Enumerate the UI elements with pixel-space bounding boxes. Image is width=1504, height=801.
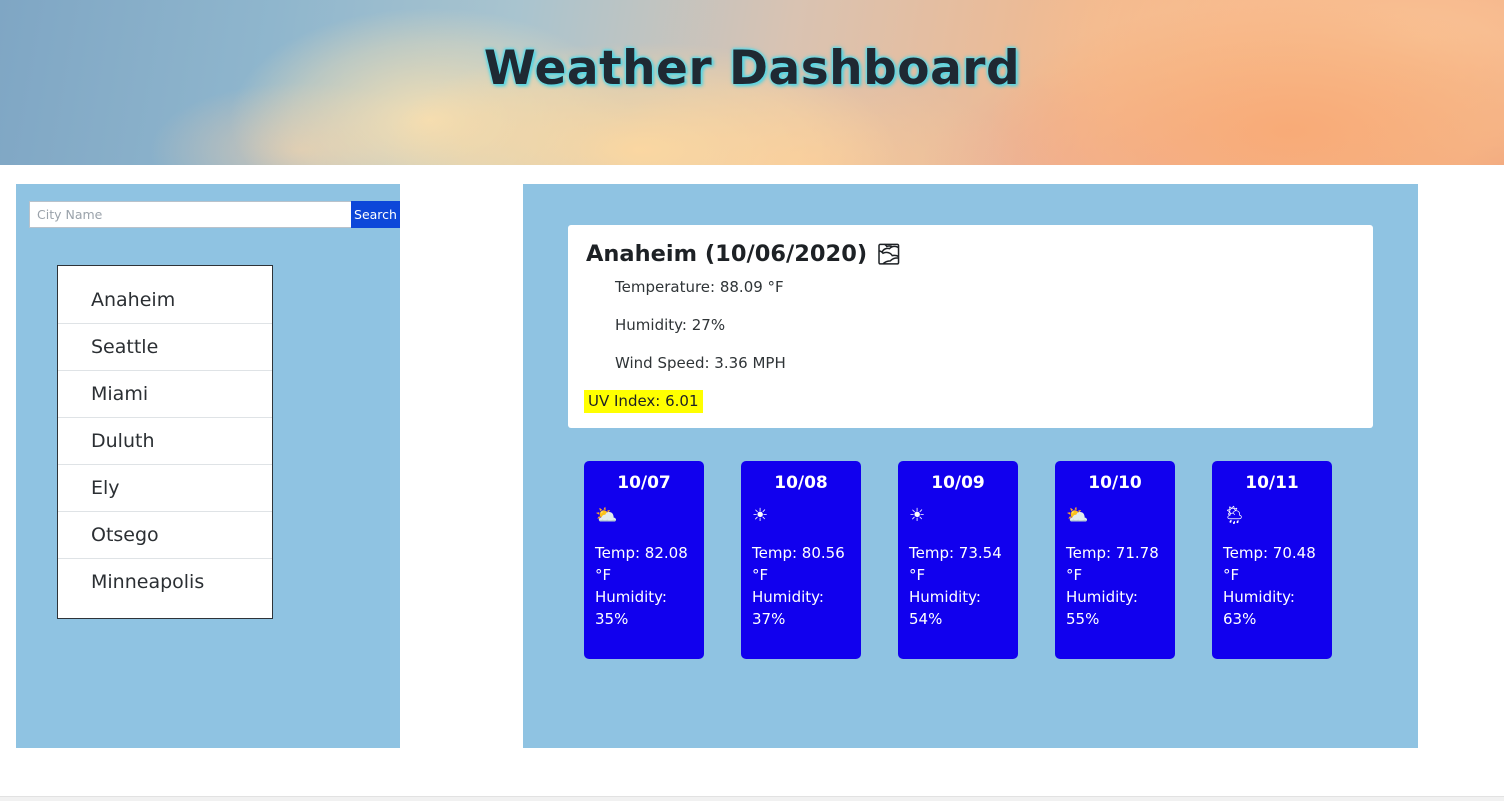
search-button[interactable]: Search xyxy=(351,201,400,228)
current-weather-details: Temperature: 88.09 °F Humidity: 27% Wind… xyxy=(568,267,1373,372)
forecast-humidity: Humidity: 63% xyxy=(1223,588,1295,628)
forecast-date: 10/11 xyxy=(1245,473,1299,493)
forecast-temp: Temp: 82.08 °F xyxy=(595,544,688,584)
list-item[interactable]: Anaheim xyxy=(58,277,272,324)
forecast-card: 10/11 🌦 Temp: 70.48 °F Humidity: 63% xyxy=(1212,461,1332,659)
forecast-temp: Temp: 70.48 °F xyxy=(1223,544,1316,584)
forecast-date: 10/10 xyxy=(1088,473,1142,493)
forecast-humidity: Humidity: 35% xyxy=(595,588,667,628)
forecast-card: 10/08 ☀ Temp: 80.56 °F Humidity: 37% xyxy=(741,461,861,659)
forecast-card: 10/10 ⛅ Temp: 71.78 °F Humidity: 55% xyxy=(1055,461,1175,659)
forecast-humidity: Humidity: 55% xyxy=(1066,588,1138,628)
current-temperature: Temperature: 88.09 °F xyxy=(615,278,784,296)
current-weather-heading: Anaheim (10/06/2020) 🌫 xyxy=(568,225,1373,267)
list-item[interactable]: Miami xyxy=(58,371,272,418)
five-day-forecast: 10/07 ⛅ Temp: 82.08 °F Humidity: 35% 10/… xyxy=(584,461,1332,659)
uv-index-badge: UV Index: 6.01 xyxy=(584,390,703,413)
page-title: Weather Dashboard xyxy=(483,41,1021,96)
forecast-humidity: Humidity: 54% xyxy=(909,588,981,628)
list-item[interactable]: Ely xyxy=(58,465,272,512)
search-panel: Search Anaheim Seattle Miami Duluth Ely … xyxy=(16,184,400,748)
forecast-temp: Temp: 80.56 °F xyxy=(752,544,845,584)
search-input[interactable] xyxy=(29,201,351,228)
fog-icon: 🌫 xyxy=(876,242,902,266)
page-bottom-edge xyxy=(0,796,1504,801)
forecast-humidity: Humidity: 37% xyxy=(752,588,824,628)
current-weather-card: Anaheim (10/06/2020) 🌫 Temperature: 88.0… xyxy=(568,225,1373,428)
weather-panel: Anaheim (10/06/2020) 🌫 Temperature: 88.0… xyxy=(523,184,1418,748)
saved-city-list: Anaheim Seattle Miami Duluth Ely Otsego … xyxy=(57,265,273,619)
forecast-card: 10/09 ☀ Temp: 73.54 °F Humidity: 54% xyxy=(898,461,1018,659)
forecast-temp: Temp: 71.78 °F xyxy=(1066,544,1159,584)
forecast-date: 10/08 xyxy=(774,473,828,493)
list-item[interactable]: Duluth xyxy=(58,418,272,465)
sun-behind-rain-cloud-icon: 🌦 xyxy=(1223,505,1246,526)
forecast-temp: Temp: 73.54 °F xyxy=(909,544,1002,584)
list-item[interactable]: Otsego xyxy=(58,512,272,559)
forecast-card: 10/07 ⛅ Temp: 82.08 °F Humidity: 35% xyxy=(584,461,704,659)
search-form: Search xyxy=(29,201,400,228)
forecast-date: 10/07 xyxy=(617,473,671,493)
current-uv-index-row: UV Index: 6.01 xyxy=(584,390,1373,413)
page-header-banner: Weather Dashboard xyxy=(0,0,1504,165)
sun-icon: ☀ xyxy=(752,505,769,526)
sun-icon: ☀ xyxy=(909,505,926,526)
list-item[interactable]: Minneapolis xyxy=(58,559,272,606)
forecast-date: 10/09 xyxy=(931,473,985,493)
list-item[interactable]: Seattle xyxy=(58,324,272,371)
sun-behind-cloud-icon: ⛅ xyxy=(1066,505,1089,526)
main-content: Search Anaheim Seattle Miami Duluth Ely … xyxy=(0,165,1504,801)
current-city-date: Anaheim (10/06/2020) xyxy=(586,241,868,267)
sun-behind-cloud-icon: ⛅ xyxy=(595,505,618,526)
current-humidity: Humidity: 27% xyxy=(615,316,726,334)
current-wind-speed: Wind Speed: 3.36 MPH xyxy=(615,354,786,372)
